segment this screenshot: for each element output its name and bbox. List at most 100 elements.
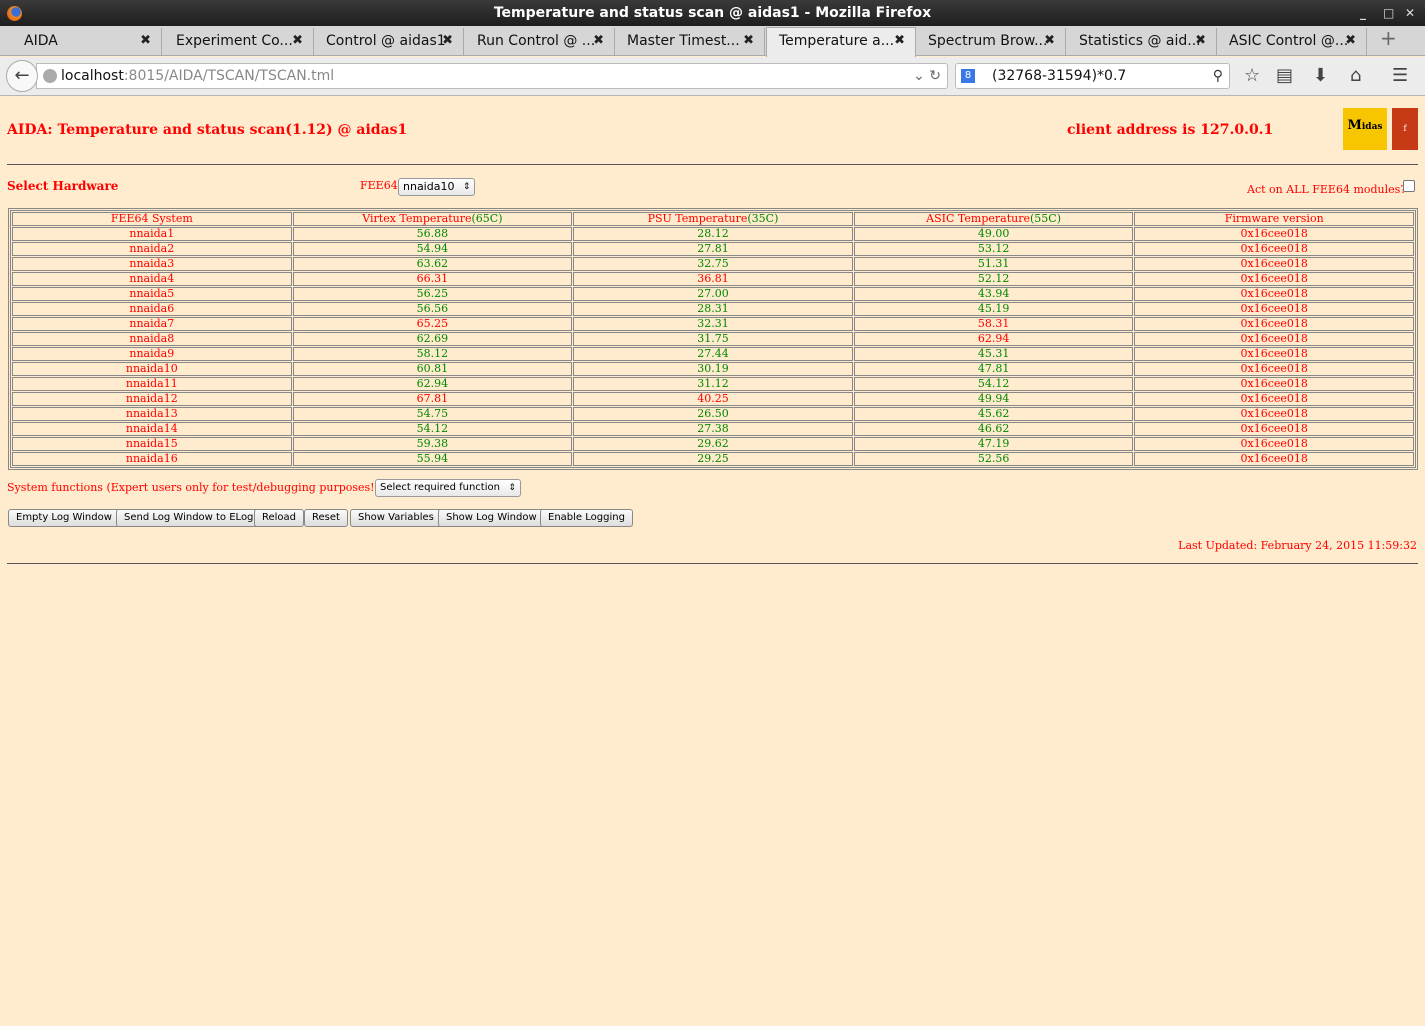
button-enable-logging[interactable]: Enable Logging: [540, 509, 633, 527]
button-reset[interactable]: Reset: [304, 509, 348, 527]
firmware-version: 0x16cee018: [1134, 362, 1414, 376]
search-value: (32768-31594)*0.7: [992, 68, 1127, 84]
page-title: AIDA: Temperature and status scan(1.12) …: [7, 122, 408, 138]
close-tab-icon[interactable]: ✖: [894, 28, 905, 54]
act-all-label: Act on ALL FEE64 modules?: [1247, 183, 1407, 196]
download-icon[interactable]: ⬇: [1313, 65, 1328, 86]
system-name: nnaida10: [12, 362, 292, 376]
asic-temp: 53.12: [853, 242, 1134, 256]
menu-icon[interactable]: ☰: [1392, 65, 1408, 86]
virtex-temp: 63.62: [292, 257, 573, 271]
virtex-temp: 54.12: [292, 422, 573, 436]
tab[interactable]: Run Control @ ... ✖: [465, 28, 615, 56]
client-address: client address is 127.0.0.1: [1067, 122, 1274, 138]
header-text: Firmware version: [1224, 212, 1324, 225]
tab[interactable]: Statistics @ aid... ✖: [1067, 28, 1217, 56]
tab[interactable]: Spectrum Brow... ✖: [916, 28, 1066, 56]
tab[interactable]: Experiment Co... ✖: [164, 28, 314, 56]
tab-label: ASIC Control @...: [1229, 33, 1349, 49]
tab[interactable]: Temperature a... ✖: [766, 27, 916, 57]
fee64-label: FEE64: [360, 179, 398, 192]
tab-label: Experiment Co...: [176, 33, 293, 49]
tab[interactable]: Master Timest... ✖: [615, 28, 765, 56]
home-icon[interactable]: ⌂: [1350, 65, 1361, 86]
act-all-checkbox[interactable]: [1403, 180, 1415, 192]
firmware-version: 0x16cee018: [1134, 347, 1414, 361]
table-row: nnaida6 56.56 28.31 45.19 0x16cee018: [12, 302, 1414, 316]
firmware-version: 0x16cee018: [1134, 452, 1414, 466]
virtex-temp: 55.94: [292, 452, 573, 466]
button-show-log-window[interactable]: Show Log Window: [438, 509, 545, 527]
psu-temp: 26.50: [573, 407, 853, 421]
table-row: nnaida2 54.94 27.81 53.12 0x16cee018: [12, 242, 1414, 256]
close-tab-icon[interactable]: ✖: [140, 28, 151, 54]
search-input[interactable]: 8 (32768-31594)*0.7 ⚲: [955, 63, 1230, 89]
close-tab-icon[interactable]: ✖: [743, 28, 754, 54]
bookmark-star-icon[interactable]: ☆: [1244, 65, 1260, 86]
asic-temp: 52.12: [853, 272, 1134, 286]
tab-label: Master Timest...: [627, 33, 740, 49]
tab[interactable]: ASIC Control @... ✖: [1217, 28, 1367, 56]
table-row: nnaida1 56.88 28.12 49.00 0x16cee018: [12, 227, 1414, 241]
back-button[interactable]: ←: [6, 60, 38, 92]
column-header: Firmware version: [1134, 212, 1414, 226]
system-name: nnaida9: [12, 347, 292, 361]
psu-temp: 32.31: [573, 317, 853, 331]
firmware-version: 0x16cee018: [1134, 332, 1414, 346]
tab-label: Temperature a...: [779, 33, 895, 49]
psu-temp: 28.12: [573, 227, 853, 241]
firefox-icon: [7, 6, 22, 21]
fee64-select[interactable]: nnaida10: [398, 178, 476, 196]
firmware-version: 0x16cee018: [1134, 377, 1414, 391]
close-tab-icon[interactable]: ✖: [292, 28, 303, 54]
firmware-version: 0x16cee018: [1134, 302, 1414, 316]
tab[interactable]: AIDA ✖: [12, 28, 162, 56]
psu-temp: 27.38: [573, 422, 853, 436]
virtex-temp: 67.81: [292, 392, 573, 406]
binoculars-icon[interactable]: ⚲: [1213, 64, 1223, 88]
virtex-temp: 58.12: [292, 347, 573, 361]
system-name: nnaida6: [12, 302, 292, 316]
table-row: nnaida16 55.94 29.25 52.56 0x16cee018: [12, 452, 1414, 466]
close-tab-icon[interactable]: ✖: [442, 28, 453, 54]
url-path: :8015/AIDA/TSCAN/TSCAN.tml: [123, 68, 335, 84]
close-tab-icon[interactable]: ✖: [1195, 28, 1206, 54]
system-name: nnaida8: [12, 332, 292, 346]
psu-temp: 29.25: [573, 452, 853, 466]
close-tab-icon[interactable]: ✖: [1345, 28, 1356, 54]
divider: [7, 164, 1418, 165]
button-reload[interactable]: Reload: [254, 509, 305, 527]
psu-temp: 30.19: [573, 362, 853, 376]
firmware-version: 0x16cee018: [1134, 407, 1414, 421]
button-show-variables[interactable]: Show Variables: [350, 509, 442, 527]
virtex-temp: 54.94: [292, 242, 573, 256]
system-name: nnaida4: [12, 272, 292, 286]
header-text: FEE64 System: [110, 212, 193, 225]
psu-temp: 28.31: [573, 302, 853, 316]
close-window-icon[interactable]: ✕: [1405, 0, 1415, 26]
maximize-icon[interactable]: □: [1383, 0, 1394, 26]
column-header: PSU Temperature(35C): [573, 212, 853, 226]
minimize-icon[interactable]: _: [1360, 0, 1366, 26]
system-function-select[interactable]: Select required function: [375, 479, 521, 497]
url-bar[interactable]: localhost:8015/AIDA/TSCAN/TSCAN.tml ⌄ ↻: [36, 63, 948, 89]
firmware-version: 0x16cee018: [1134, 437, 1414, 451]
tab[interactable]: Control @ aidas1 ✖: [314, 28, 464, 56]
system-name: nnaida1: [12, 227, 292, 241]
reload-icon[interactable]: ⌄ ↻: [913, 64, 941, 88]
close-tab-icon[interactable]: ✖: [593, 28, 604, 54]
button-empty-log-window[interactable]: Empty Log Window: [8, 509, 120, 527]
system-name: nnaida2: [12, 242, 292, 256]
asic-temp: 49.94: [853, 392, 1134, 406]
close-tab-icon[interactable]: ✖: [1044, 28, 1055, 54]
header-text: PSU Temperature: [647, 212, 748, 225]
firmware-version: 0x16cee018: [1134, 392, 1414, 406]
psu-temp: 40.25: [573, 392, 853, 406]
system-name: nnaida14: [12, 422, 292, 436]
reading-list-icon[interactable]: ▤: [1276, 65, 1293, 86]
new-tab-button[interactable]: +: [1380, 26, 1397, 50]
system-name: nnaida15: [12, 437, 292, 451]
asic-temp: 51.31: [853, 257, 1134, 271]
virtex-temp: 60.81: [292, 362, 573, 376]
button-send-log-window-to-elog[interactable]: Send Log Window to ELog: [116, 509, 262, 527]
